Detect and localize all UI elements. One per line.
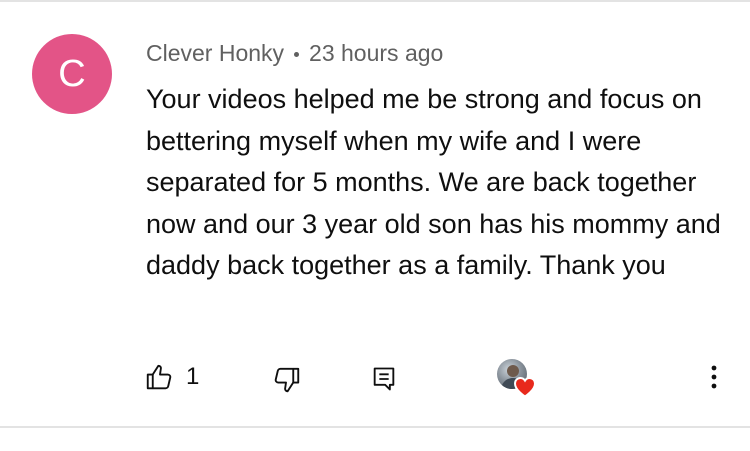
like-count: 1 <box>186 363 200 390</box>
thumbs-up-icon <box>144 362 174 392</box>
creator-heart-icon <box>513 375 537 399</box>
more-options-button[interactable] <box>704 363 724 391</box>
avatar-letter: C <box>58 52 86 95</box>
author-avatar[interactable]: C <box>32 34 112 114</box>
top-divider <box>0 0 750 2</box>
comment-action-bar: 1 <box>0 355 750 399</box>
like-button[interactable]: 1 <box>144 361 199 393</box>
separator-dot <box>294 51 300 57</box>
dislike-button[interactable] <box>272 365 302 395</box>
author-name[interactable]: Clever Honky <box>146 40 284 67</box>
comment-text: Your videos helped me be strong and focu… <box>146 84 721 280</box>
more-vertical-icon <box>704 363 724 391</box>
reply-comment-icon <box>370 365 398 393</box>
bottom-divider <box>0 426 750 428</box>
comment-header: Clever Honky 23 hours ago <box>146 37 443 69</box>
comment-timestamp[interactable]: 23 hours ago <box>309 40 443 67</box>
reply-button[interactable] <box>370 365 398 393</box>
creator-heart-badge[interactable] <box>497 359 537 399</box>
thumbs-down-icon <box>272 365 302 395</box>
